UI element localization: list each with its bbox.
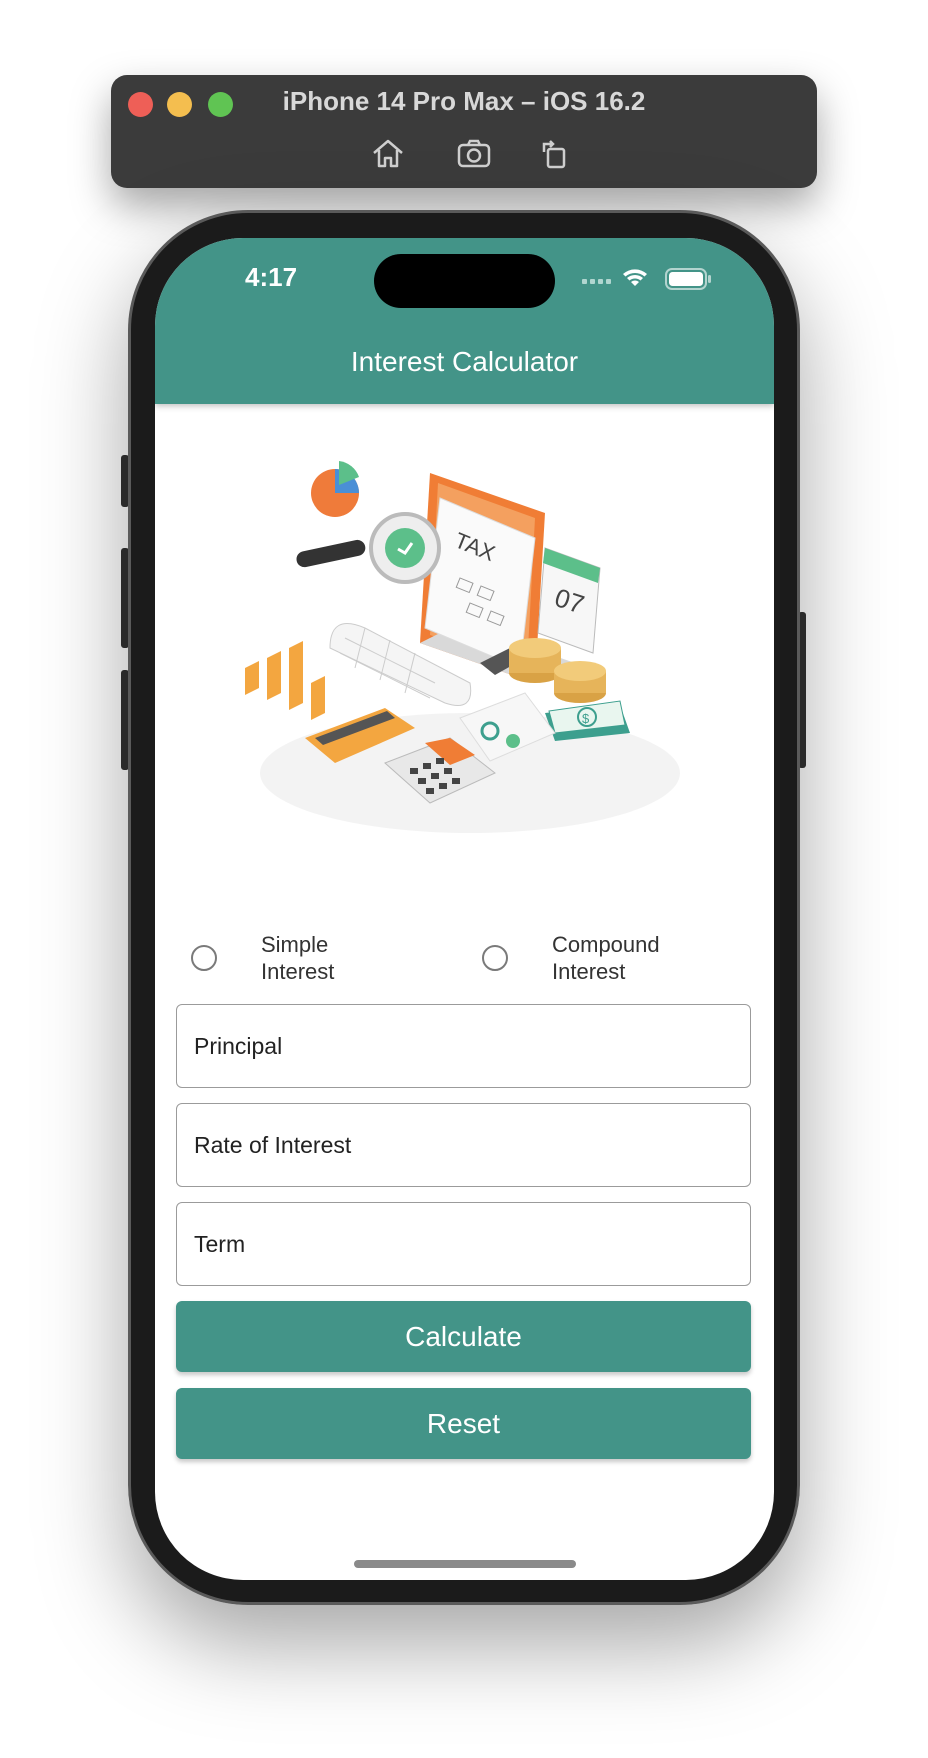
- signal-icon: [582, 279, 611, 284]
- simple-interest-radio[interactable]: [191, 945, 217, 971]
- wifi-icon: [623, 269, 647, 286]
- dynamic-island: [374, 254, 555, 308]
- simple-interest-label: Simple Interest: [261, 932, 335, 984]
- rate-field[interactable]: [176, 1103, 751, 1187]
- compound-interest-label: Compound Interest: [552, 932, 660, 984]
- home-indicator[interactable]: [354, 1560, 576, 1568]
- currency-symbol: $: [582, 711, 590, 726]
- phone-screen: 4:17 Interest Calculator TAX 07 $ Simple…: [155, 238, 774, 1580]
- reset-button[interactable]: Reset: [176, 1388, 751, 1459]
- radio-option-simple[interactable]: Simple Interest: [191, 928, 401, 988]
- status-time: 4:17: [245, 262, 298, 292]
- principal-input[interactable]: [177, 1005, 750, 1087]
- finance-illustration: TAX 07 $: [245, 461, 680, 833]
- principal-field[interactable]: [176, 1004, 751, 1088]
- minimize-window-button[interactable]: [167, 92, 192, 117]
- app-bar: 4:17 Interest Calculator: [155, 238, 774, 404]
- compound-interest-radio[interactable]: [482, 945, 508, 971]
- app-title: Interest Calculator: [350, 346, 579, 377]
- rotate-icon[interactable]: [536, 136, 574, 170]
- battery-icon: [665, 268, 711, 290]
- calculate-button[interactable]: Calculate: [176, 1301, 751, 1372]
- term-field[interactable]: [176, 1202, 751, 1286]
- simulator-title: iPhone 14 Pro Max – iOS 16.2: [282, 86, 646, 116]
- close-window-button[interactable]: [128, 92, 153, 117]
- rate-of-interest-input[interactable]: [177, 1104, 750, 1186]
- home-icon[interactable]: [369, 136, 407, 170]
- status-icons: [582, 267, 722, 291]
- term-input[interactable]: [177, 1203, 750, 1285]
- screenshot-icon[interactable]: [455, 136, 493, 170]
- radio-option-compound[interactable]: Compound Interest: [482, 928, 692, 988]
